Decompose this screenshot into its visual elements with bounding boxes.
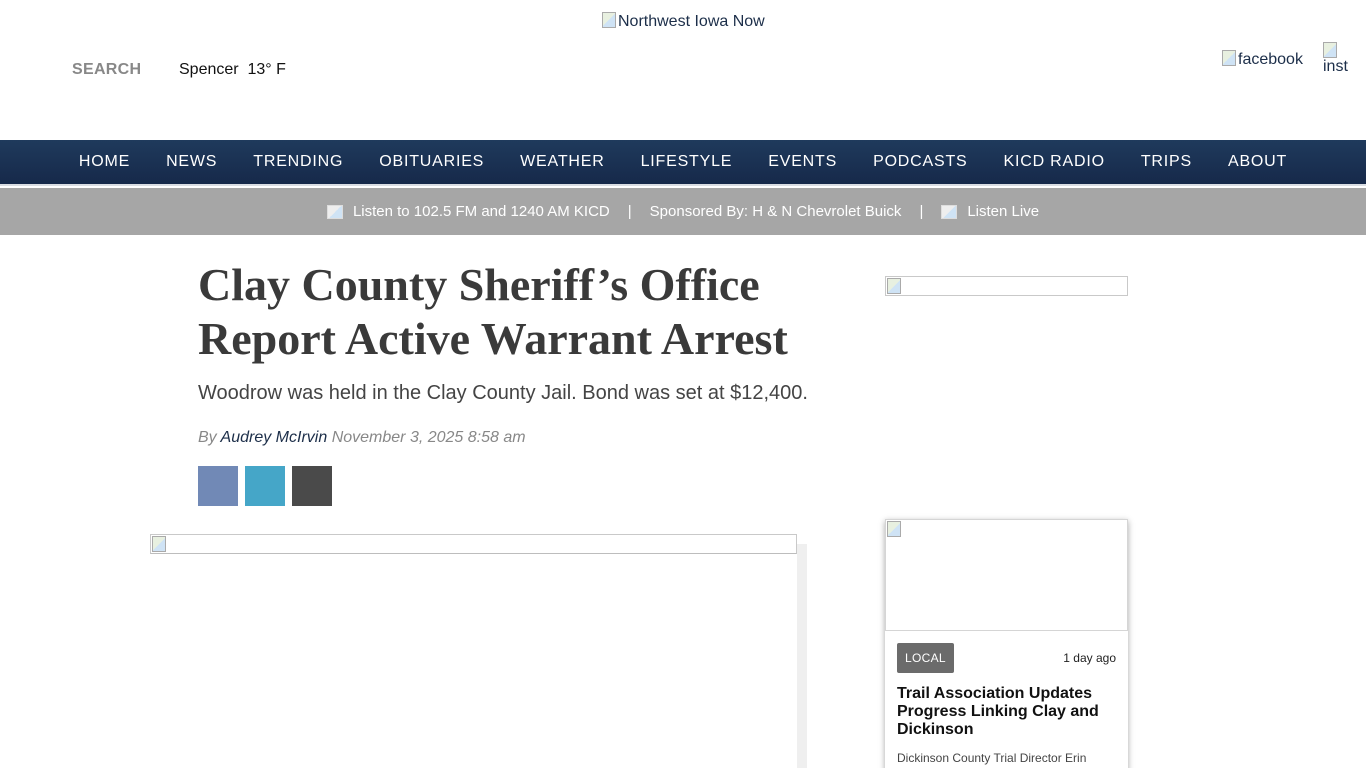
card-excerpt: Dickinson County Trial Director Erin [897, 751, 1087, 765]
category-badge[interactable]: LOCAL [897, 643, 954, 673]
separator: | [627, 203, 632, 220]
nav-item-podcasts[interactable]: PODCASTS [855, 153, 985, 171]
nav-item-lifestyle[interactable]: LIFESTYLE [623, 153, 751, 171]
article-headline: Clay County Sheriff’s Office Report Acti… [198, 259, 788, 364]
weather-widget[interactable]: Spencer 13° F [179, 61, 286, 79]
nav-item-trips[interactable]: TRIPS [1123, 153, 1210, 171]
broken-image-icon [152, 536, 166, 552]
site-logo-alt-text: Northwest Iowa Now [618, 13, 765, 30]
broken-image-icon [887, 278, 901, 294]
card-timestamp: 1 day ago [1063, 651, 1116, 665]
article-main-image [150, 534, 797, 554]
instagram-link[interactable]: inst [1323, 42, 1353, 76]
share-buttons [198, 466, 332, 506]
nav-item-weather[interactable]: WEATHER [502, 153, 622, 171]
nav-item-kicd-radio[interactable]: KICD RADIO [986, 153, 1123, 171]
listen-live-icon [941, 204, 958, 219]
main-nav: HOME NEWS TRENDING OBITUARIES WEATHER LI… [0, 140, 1366, 186]
card-title[interactable]: Trail Association Updates Progress Linki… [897, 685, 1117, 739]
broken-image-icon [1222, 50, 1236, 66]
sponsor-link[interactable]: Sponsored By: H & N Chevrolet Buick [650, 203, 902, 220]
facebook-link[interactable]: facebook [1222, 50, 1303, 69]
facebook-share-icon[interactable] [198, 466, 238, 506]
nav-item-events[interactable]: EVENTS [750, 153, 855, 171]
site-logo[interactable]: Northwest Iowa Now [602, 12, 765, 31]
article-date: November 3, 2025 8:58 am [331, 429, 526, 446]
instagram-alt-text: inst [1323, 58, 1348, 75]
nav-item-news[interactable]: NEWS [148, 153, 235, 171]
sidebar-ad[interactable] [885, 276, 1128, 296]
twitter-share-icon[interactable] [245, 466, 285, 506]
byline-prefix: By [198, 429, 217, 446]
content-gutter [797, 544, 807, 768]
nav-item-obituaries[interactable]: OBITUARIES [361, 153, 502, 171]
radio-icon [326, 204, 343, 219]
broken-image-icon [1323, 42, 1337, 58]
separator: | [919, 203, 924, 220]
listen-live-link[interactable]: Listen Live [967, 203, 1039, 220]
site-header: Northwest Iowa Now SEARCH Spencer 13° F … [0, 0, 1366, 140]
broken-image-icon [602, 12, 616, 28]
nav-item-about[interactable]: ABOUT [1210, 153, 1305, 171]
author-link[interactable]: Audrey McIrvin [221, 429, 328, 446]
related-article-card[interactable]: LOCAL 1 day ago Trail Association Update… [885, 519, 1128, 768]
email-share-icon[interactable] [292, 466, 332, 506]
sponsor-bar: Listen to 102.5 FM and 1240 AM KICD | Sp… [0, 188, 1366, 235]
card-image [885, 519, 1128, 631]
nav-item-home[interactable]: HOME [61, 153, 148, 171]
article-subhead: Woodrow was held in the Clay County Jail… [198, 382, 808, 404]
facebook-alt-text: facebook [1238, 51, 1303, 68]
listen-fm-link[interactable]: Listen to 102.5 FM and 1240 AM KICD [353, 203, 610, 220]
search-button[interactable]: SEARCH [72, 61, 141, 79]
nav-item-trending[interactable]: TRENDING [235, 153, 361, 171]
broken-image-icon [887, 521, 901, 537]
article-byline: By Audrey McIrvin November 3, 2025 8:58 … [198, 429, 526, 447]
